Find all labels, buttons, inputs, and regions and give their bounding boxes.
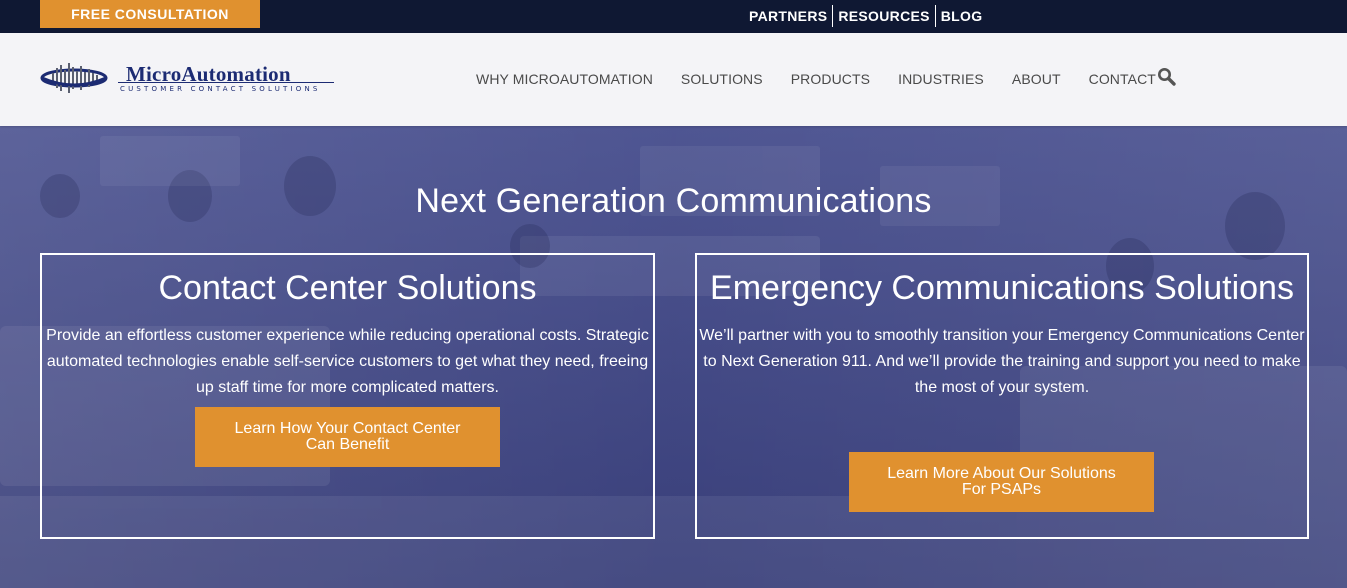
card-body: We’ll partner with you to smoothly trans… [699,327,1305,396]
top-links: PARTNERS RESOURCES BLOG [744,5,987,27]
site-header: MicroAutomation CUSTOMER CONTACT SOLUTIO… [0,33,1347,126]
logo-underline [118,82,334,83]
hero-title: Next Generation Communications [415,182,932,220]
nav-item-industries[interactable]: INDUSTRIES [898,71,984,87]
contact-center-cta-button[interactable]: Learn How Your Contact Center Can Benefi… [195,407,500,467]
logo-wordmark: MicroAutomation [126,62,291,86]
card-title: Emergency Communications Solutions [710,269,1294,307]
card-title: Contact Center Solutions [158,269,537,307]
top-link-resources[interactable]: RESOURCES [833,8,934,24]
search-icon [1158,68,1176,86]
top-utility-bar: FREE CONSULTATION PARTNERS RESOURCES BLO… [0,0,1347,33]
logo-emblem-icon [40,63,108,93]
logo-tagline: CUSTOMER CONTACT SOLUTIONS [120,85,321,93]
top-link-blog[interactable]: BLOG [936,8,988,24]
emergency-communications-card: Emergency Communications Solutions We’ll… [695,253,1309,539]
nav-item-solutions[interactable]: SOLUTIONS [681,71,763,87]
contact-center-card: Contact Center Solutions Provide an effo… [40,253,655,539]
search-button[interactable] [1157,67,1179,89]
logo[interactable]: MicroAutomation CUSTOMER CONTACT SOLUTIO… [40,61,336,101]
nav-item-why-microautomation[interactable]: WHY MICROAUTOMATION [476,71,653,87]
top-link-partners[interactable]: PARTNERS [744,8,832,24]
hero-section: Next Generation Communications Contact C… [0,126,1347,588]
cta-label: Learn More About Our Solutions For PSAPs [887,465,1116,498]
card-body: Provide an effortless customer experienc… [46,327,649,396]
nav-item-products[interactable]: PRODUCTS [791,71,870,87]
cta-label: Learn How Your Contact Center Can Benefi… [234,420,461,453]
main-nav: WHY MICROAUTOMATION SOLUTIONS PRODUCTS I… [462,69,1170,89]
free-consultation-button[interactable]: FREE CONSULTATION [40,0,260,28]
psap-cta-button[interactable]: Learn More About Our Solutions For PSAPs [849,452,1154,512]
nav-item-about[interactable]: ABOUT [1012,71,1061,87]
nav-item-contact[interactable]: CONTACT [1089,71,1156,87]
